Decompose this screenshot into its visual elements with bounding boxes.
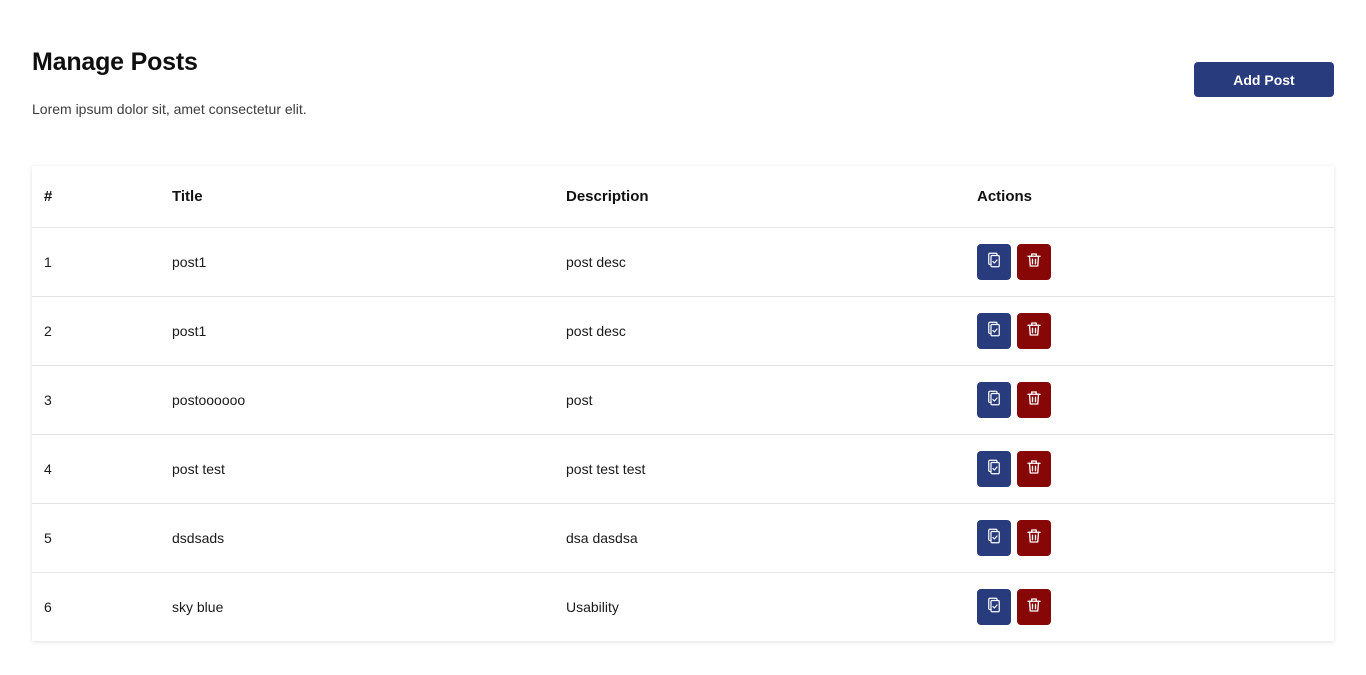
cell-actions (965, 572, 1334, 641)
clipboard-check-icon (985, 527, 1003, 548)
trash-icon (1025, 527, 1043, 548)
table-header: # Title Description Actions (32, 166, 1334, 228)
cell-description: dsa dasdsa (554, 503, 965, 573)
manage-posts-page: Manage Posts Lorem ipsum dolor sit, amet… (0, 0, 1366, 675)
clipboard-check-icon (985, 389, 1003, 410)
cell-description: post desc (554, 296, 965, 366)
edit-button[interactable] (977, 588, 1011, 625)
table-row: 2 post1 post desc (32, 296, 1334, 366)
clipboard-check-icon (985, 320, 1003, 341)
table-body: 1 post1 post desc 2 post1 post desc 3 postooooo… (32, 227, 1334, 641)
column-header-actions: Actions (965, 166, 1334, 228)
cell-description: post test test (554, 434, 965, 504)
row-actions (977, 381, 1322, 418)
add-post-button[interactable]: Add Post (1194, 62, 1334, 97)
trash-icon (1025, 458, 1043, 479)
column-header-description: Description (554, 166, 965, 228)
delete-button[interactable] (1017, 381, 1051, 418)
table-header-row: # Title Description Actions (32, 166, 1334, 228)
clipboard-check-icon (985, 458, 1003, 479)
delete-button[interactable] (1017, 588, 1051, 625)
trash-icon (1025, 320, 1043, 341)
clipboard-check-icon (985, 251, 1003, 272)
cell-number: 6 (44, 598, 52, 615)
delete-button[interactable] (1017, 243, 1051, 280)
row-actions (977, 588, 1322, 625)
cell-actions (965, 434, 1334, 504)
edit-button[interactable] (977, 381, 1011, 418)
column-header-number: # (32, 166, 160, 228)
edit-button[interactable] (977, 312, 1011, 349)
cell-description: post (554, 365, 965, 435)
cell-title: sky blue (172, 598, 224, 615)
delete-button[interactable] (1017, 450, 1051, 487)
row-actions (977, 519, 1322, 556)
cell-number: 2 (32, 296, 160, 366)
cell-title: post test (160, 434, 554, 504)
edit-button[interactable] (977, 519, 1011, 556)
delete-button[interactable] (1017, 519, 1051, 556)
cell-number: 1 (32, 227, 160, 297)
posts-table-card: # Title Description Actions 1 post1 post d… (32, 166, 1334, 641)
cell-title: dsdsads (160, 503, 554, 573)
trash-icon (1025, 596, 1043, 617)
table-row: 6 sky blue Usability (32, 572, 1334, 641)
row-actions (977, 243, 1322, 280)
edit-button[interactable] (977, 450, 1011, 487)
cell-actions (965, 503, 1334, 573)
cell-number: 4 (32, 434, 160, 504)
row-actions (977, 312, 1322, 349)
trash-icon (1025, 389, 1043, 410)
table-row: 1 post1 post desc (32, 227, 1334, 297)
edit-button[interactable] (977, 243, 1011, 280)
cell-number: 3 (32, 365, 160, 435)
delete-button[interactable] (1017, 312, 1051, 349)
page-title: Manage Posts (32, 48, 198, 76)
cell-title: post1 (160, 227, 554, 297)
table-row: 3 postoooooo post (32, 365, 1334, 435)
cell-title: post1 (160, 296, 554, 366)
cell-title: postoooooo (160, 365, 554, 435)
cell-actions (965, 365, 1334, 435)
column-header-title: Title (160, 166, 554, 228)
page-subtitle: Lorem ipsum dolor sit, amet consectetur … (32, 101, 307, 117)
trash-icon (1025, 251, 1043, 272)
clipboard-check-icon (985, 596, 1003, 617)
table-row: 5 dsdsads dsa dasdsa (32, 503, 1334, 573)
cell-number: 5 (32, 503, 160, 573)
cell-actions (965, 296, 1334, 366)
page-header: Manage Posts Lorem ipsum dolor sit, amet… (32, 48, 1334, 128)
posts-table: # Title Description Actions 1 post1 post d… (32, 166, 1334, 641)
table-row: 4 post test post test test (32, 434, 1334, 504)
cell-description: Usability (566, 598, 619, 615)
row-actions (977, 450, 1322, 487)
cell-description: post desc (554, 227, 965, 297)
cell-actions (965, 227, 1334, 297)
